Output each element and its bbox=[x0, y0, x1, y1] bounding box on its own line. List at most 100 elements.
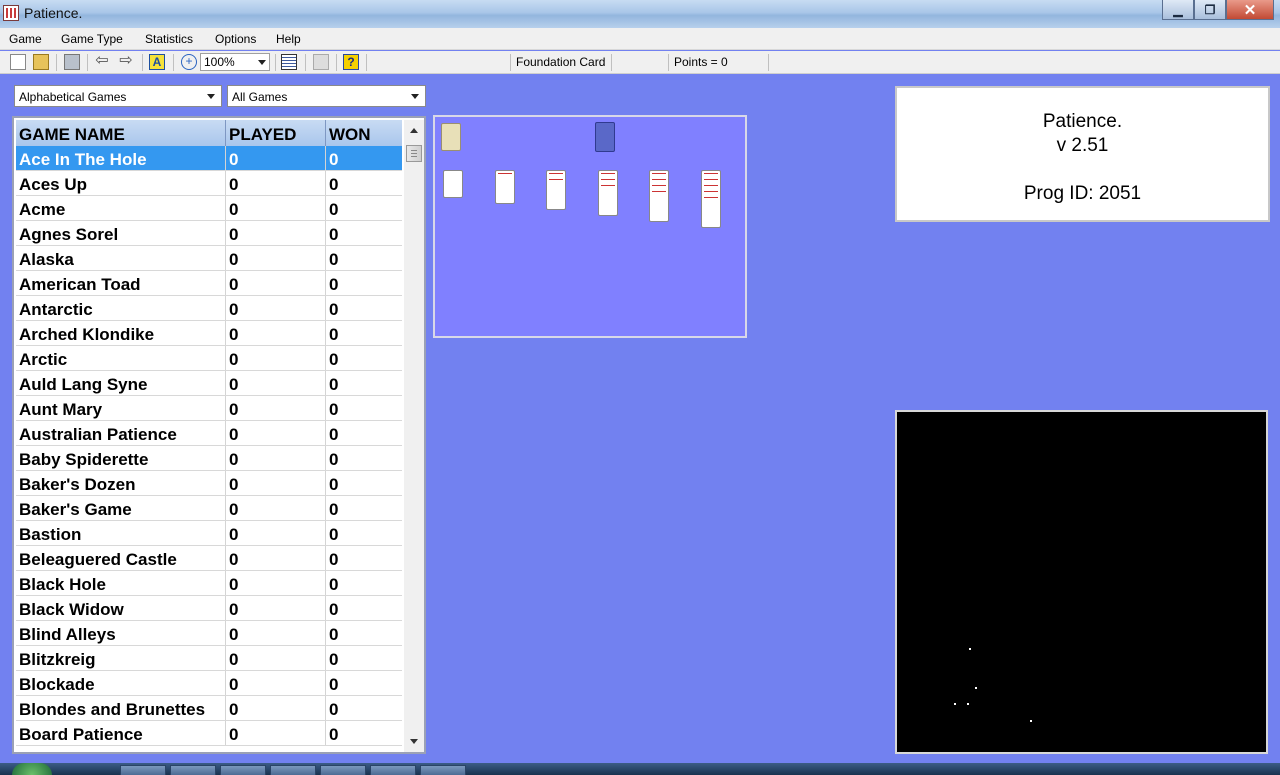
game-name-cell: Alaska bbox=[16, 246, 226, 270]
played-cell: 0 bbox=[226, 546, 326, 570]
played-cell: 0 bbox=[226, 621, 326, 645]
table-row[interactable]: Board Patience 0 0 bbox=[16, 721, 402, 746]
table-row[interactable]: Acme 0 0 bbox=[16, 196, 402, 221]
won-cell: 0 bbox=[329, 250, 339, 269]
game-name-cell: Baby Spiderette bbox=[16, 446, 226, 470]
won-cell: 0 bbox=[329, 275, 339, 294]
won-cell: 0 bbox=[329, 200, 339, 219]
won-cell: 0 bbox=[329, 450, 339, 469]
category-dropdown-value: All Games bbox=[232, 90, 288, 104]
column-header-played[interactable]: PLAYED bbox=[226, 120, 326, 146]
game-name-cell: Bastion bbox=[16, 521, 226, 545]
game-name-cell: Blondes and Brunettes bbox=[16, 696, 226, 720]
maximize-icon[interactable]: ❐ bbox=[1194, 0, 1226, 20]
open-folder-icon[interactable] bbox=[33, 54, 49, 70]
forward-arrow-icon[interactable]: ⇨ bbox=[118, 53, 134, 70]
taskbar-button[interactable] bbox=[420, 765, 466, 775]
stock-pile-card bbox=[441, 123, 461, 151]
table-row[interactable]: Blockade 0 0 bbox=[16, 671, 402, 696]
table-row[interactable]: Baby Spiderette 0 0 bbox=[16, 446, 402, 471]
played-cell: 0 bbox=[226, 496, 326, 520]
table-row[interactable]: Beleaguered Castle 0 0 bbox=[16, 546, 402, 571]
taskbar-button[interactable] bbox=[170, 765, 216, 775]
font-icon[interactable]: A bbox=[149, 54, 165, 70]
scroll-thumb[interactable] bbox=[406, 145, 422, 162]
info-prog-id: Prog ID: 2051 bbox=[1023, 183, 1142, 204]
zoom-in-icon[interactable]: + bbox=[181, 54, 197, 70]
close-icon[interactable]: ✕ bbox=[1226, 0, 1274, 20]
scroll-down-icon[interactable] bbox=[410, 739, 418, 744]
zoom-select[interactable]: 100% bbox=[200, 53, 270, 71]
table-row[interactable]: Arctic 0 0 bbox=[16, 346, 402, 371]
table-row[interactable]: Bastion 0 0 bbox=[16, 521, 402, 546]
won-cell: 0 bbox=[329, 475, 339, 494]
star-dot bbox=[967, 703, 969, 705]
foundation-card-status: Foundation Card bbox=[516, 55, 606, 69]
back-arrow-icon[interactable]: ⇦ bbox=[94, 53, 110, 70]
taskbar-button[interactable] bbox=[120, 765, 166, 775]
table-row[interactable]: Black Hole 0 0 bbox=[16, 571, 402, 596]
table-row[interactable]: Aunt Mary 0 0 bbox=[16, 396, 402, 421]
table-row[interactable]: Alaska 0 0 bbox=[16, 246, 402, 271]
table-row[interactable]: Blondes and Brunettes 0 0 bbox=[16, 696, 402, 721]
won-cell: 0 bbox=[329, 600, 339, 619]
tableau-pile bbox=[443, 170, 463, 198]
taskbar-button[interactable] bbox=[320, 765, 366, 775]
table-row[interactable]: Blitzkreig 0 0 bbox=[16, 646, 402, 671]
game-name-cell: Black Hole bbox=[16, 571, 226, 595]
menu-game-type[interactable]: Game Type bbox=[61, 32, 123, 46]
table-row[interactable]: Agnes Sorel 0 0 bbox=[16, 221, 402, 246]
game-list-scrollbar[interactable] bbox=[404, 120, 424, 752]
taskbar-button[interactable] bbox=[270, 765, 316, 775]
help-icon[interactable]: ? bbox=[343, 54, 359, 70]
won-cell: 0 bbox=[329, 300, 339, 319]
taskbar-button[interactable] bbox=[220, 765, 266, 775]
played-cell: 0 bbox=[226, 671, 326, 695]
tableau-pile bbox=[494, 170, 515, 204]
menu-game[interactable]: Game bbox=[9, 32, 42, 46]
table-row[interactable]: American Toad 0 0 bbox=[16, 271, 402, 296]
table-row[interactable]: Aces Up 0 0 bbox=[16, 171, 402, 196]
hint-icon[interactable] bbox=[313, 54, 329, 70]
table-row[interactable]: Antarctic 0 0 bbox=[16, 296, 402, 321]
category-dropdown[interactable]: All Games bbox=[227, 85, 426, 107]
tableau-pile bbox=[649, 170, 669, 222]
taskbar-button[interactable] bbox=[370, 765, 416, 775]
info-app-name: Patience. bbox=[1042, 111, 1123, 132]
start-orb-icon[interactable] bbox=[12, 763, 52, 775]
menu-statistics[interactable]: Statistics bbox=[145, 32, 193, 46]
table-row[interactable]: Baker's Game 0 0 bbox=[16, 496, 402, 521]
table-row[interactable]: Ace In The Hole 0 0 bbox=[16, 146, 402, 171]
table-row[interactable]: Arched Klondike 0 0 bbox=[16, 321, 402, 346]
sort-dropdown[interactable]: Alphabetical Games bbox=[14, 85, 222, 107]
scroll-up-icon[interactable] bbox=[410, 128, 418, 133]
column-header-game-name[interactable]: GAME NAME bbox=[16, 120, 226, 146]
sort-dropdown-value: Alphabetical Games bbox=[19, 90, 127, 104]
game-name-cell: Baker's Dozen bbox=[16, 471, 226, 495]
table-row[interactable]: Black Widow 0 0 bbox=[16, 596, 402, 621]
new-file-icon[interactable] bbox=[10, 54, 26, 70]
won-cell: 0 bbox=[329, 625, 339, 644]
deck-back-card bbox=[595, 122, 615, 152]
toolbar: ⇦ ⇨ A + 100% ? Foundation Card Points = … bbox=[0, 51, 1280, 74]
menu-options[interactable]: Options bbox=[215, 32, 256, 46]
minimize-icon[interactable]: ▁ bbox=[1162, 0, 1194, 20]
table-row[interactable]: Auld Lang Syne 0 0 bbox=[16, 371, 402, 396]
table-row[interactable]: Blind Alleys 0 0 bbox=[16, 621, 402, 646]
title-bar: Patience. ▁ ❐ ✕ bbox=[0, 0, 1280, 28]
save-icon[interactable] bbox=[64, 54, 80, 70]
won-cell: 0 bbox=[329, 525, 339, 544]
chevron-down-icon bbox=[258, 60, 266, 65]
column-header-won[interactable]: WON bbox=[326, 120, 402, 146]
table-row[interactable]: Baker's Dozen 0 0 bbox=[16, 471, 402, 496]
table-row[interactable]: Australian Patience 0 0 bbox=[16, 421, 402, 446]
game-name-cell: Board Patience bbox=[16, 721, 226, 745]
won-cell: 0 bbox=[329, 350, 339, 369]
played-cell: 0 bbox=[226, 321, 326, 345]
app-cards-icon[interactable] bbox=[3, 5, 19, 21]
star-dot bbox=[1030, 720, 1032, 722]
game-list[interactable]: GAME NAME PLAYED WON Ace In The Hole 0 0 Ac… bbox=[12, 116, 426, 754]
menu-help[interactable]: Help bbox=[276, 32, 301, 46]
statistics-grid-icon[interactable] bbox=[281, 54, 297, 70]
game-name-cell: Baker's Game bbox=[16, 496, 226, 520]
